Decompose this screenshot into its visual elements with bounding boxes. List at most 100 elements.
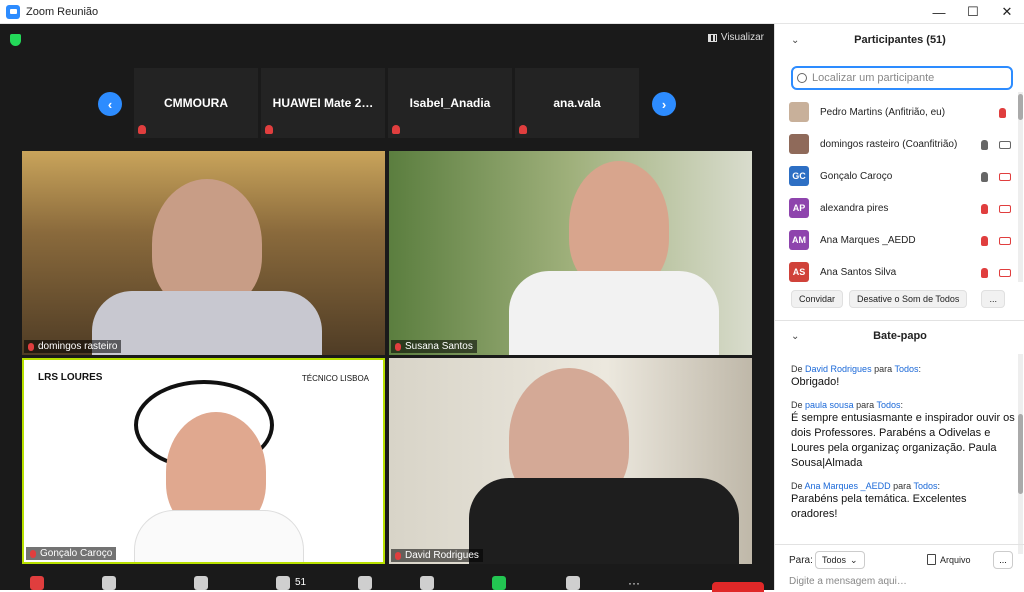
thumbnail-name: ana.vala [553,96,601,110]
chat-message: De paula sousa para Todos: É sempre entu… [791,400,1015,469]
participant-row[interactable]: AS Ana Santos Silva [789,256,1015,288]
chat-more-button[interactable]: ... [993,551,1013,569]
participant-row[interactable]: Pedro Martins (Anfitrião, eu) [789,96,1015,128]
thumbnail-tile[interactable]: ana.vala [515,68,639,138]
recipient-select[interactable]: Todos ⌄ [815,551,865,569]
muted-mic-icon[interactable] [981,204,988,214]
minimize-button[interactable]: — [922,0,956,24]
chat-message: De Ana Marques _AEDD para Todos: Parabén… [791,481,1015,522]
participant-search-input[interactable]: Localizar um participante [791,66,1013,90]
security-icon[interactable] [194,576,208,590]
muted-mic-icon [138,125,146,134]
participants-list: Pedro Martins (Anfitrião, eu) domingos r… [789,96,1015,288]
participant-video [152,179,262,309]
side-panel: ⌄ Participantes (51) Localizar um partic… [774,24,1024,590]
polls-icon[interactable] [358,576,372,590]
video-tile[interactable]: Susana Santos [389,151,752,355]
camera-off-icon[interactable] [999,205,1011,213]
close-button[interactable]: ✕ [990,0,1024,24]
participant-row[interactable]: GC Gonçalo Caroço [789,160,1015,192]
muted-mic-icon [519,125,527,134]
chat-icon[interactable] [420,576,434,590]
search-icon [797,73,807,83]
encryption-shield-icon[interactable] [10,34,21,46]
zoom-logo-icon [6,4,20,19]
message-recipient: Todos [894,364,919,374]
video-tile[interactable]: domingos rasteiro [22,151,385,355]
participants-scrollbar[interactable] [1018,92,1023,282]
muted-mic-icon[interactable] [981,236,988,246]
chat-message: De David Rodrigues para Todos: Obrigado! [791,364,1015,390]
meeting-toolbar: 51 ··· [0,570,774,592]
participant-row[interactable]: domingos rasteiro (Coanfitrião) [789,128,1015,160]
message-sender[interactable]: paula sousa [805,400,854,410]
chat-scrollbar[interactable] [1018,354,1023,554]
message-sender[interactable]: Ana Marques _AEDD [805,481,891,491]
message-sender[interactable]: David Rodrigues [805,364,872,374]
next-page-arrow-icon[interactable]: › [652,92,676,116]
more-options-icon[interactable]: ··· [628,576,642,590]
file-icon [927,554,936,565]
video-name-label: domingos rasteiro [24,340,122,353]
participant-name: Ana Santos Silva [820,266,897,278]
search-placeholder: Localizar um participante [812,72,935,84]
camera-icon[interactable] [999,141,1011,149]
chevron-down-icon: ⌄ [850,554,858,565]
reactions-icon[interactable] [566,576,580,590]
video-name-label: David Rodrigues [391,549,483,562]
maximize-button[interactable]: ☐ [956,0,990,24]
thumbnail-tile[interactable]: Isabel_Anadia [388,68,512,138]
video-name-label: Susana Santos [391,340,477,353]
invite-button[interactable]: Convidar [791,290,844,308]
grid-icon [707,33,717,42]
previous-page-arrow-icon[interactable]: ‹ [98,92,122,116]
muted-mic-icon [392,125,400,134]
participants-more-button[interactable]: ... [981,290,1005,308]
thumbnail-tile[interactable]: CMMOURA [134,68,258,138]
video-name-label: Gonçalo Caroço [26,547,117,560]
mic-icon[interactable] [981,140,988,150]
chat-header: Bate-papo [873,330,927,342]
thumbnail-tile[interactable]: HUAWEI Mate 2… [261,68,385,138]
view-button[interactable]: Visualizar [707,32,764,43]
video-tile-active-speaker[interactable]: LRS LOURES TÉCNICO LISBOA Gonçalo Caroço [22,358,385,564]
participant-name: domingos rasteiro (Coanfitrião) [820,138,958,150]
mute-mic-icon[interactable] [30,576,44,590]
view-label: Visualizar [720,32,764,43]
file-button[interactable]: Arquivo [927,554,971,565]
muted-mic-icon [265,125,273,134]
stop-video-icon[interactable] [102,576,116,590]
video-tile[interactable]: David Rodrigues [389,358,752,564]
muted-mic-icon[interactable] [999,108,1006,118]
chat-compose: Para: Todos ⌄ Arquivo ... Digite a mensa… [775,544,1024,590]
to-label: Para: [789,555,813,566]
slide-logo-left: LRS LOURES [38,372,103,383]
participant-name: Ana Marques _AEDD [820,234,916,246]
participants-icon[interactable] [276,576,290,590]
mic-icon[interactable] [981,172,988,182]
avatar: AP [789,198,809,218]
participants-header: Participantes (51) [854,34,946,46]
avatar: GC [789,166,809,186]
camera-off-icon[interactable] [999,269,1011,277]
muted-mic-icon[interactable] [981,268,988,278]
message-input[interactable]: Digite a mensagem aqui… [789,576,907,587]
participant-row[interactable]: AP alexandra pires [789,192,1015,224]
thumbnail-strip: CMMOURA HUAWEI Mate 2… Isabel_Anadia ana… [134,68,639,138]
share-screen-icon[interactable] [492,576,506,590]
end-meeting-button[interactable] [712,582,764,592]
thumbnail-name: CMMOURA [164,96,228,110]
participant-name: Pedro Martins (Anfitrião, eu) [820,106,946,118]
title-bar: Zoom Reunião — ☐ ✕ [0,0,1024,24]
avatar [789,102,809,122]
thumbnail-name: HUAWEI Mate 2… [272,96,374,110]
avatar [789,134,809,154]
message-recipient: Todos [913,481,938,491]
participant-row[interactable]: AM Ana Marques _AEDD [789,224,1015,256]
message-text: Parabéns pela temática. Excelentes orado… [791,493,967,520]
meeting-area: Visualizar ‹ CMMOURA HUAWEI Mate 2… Isab… [0,24,774,590]
camera-off-icon[interactable] [999,173,1011,181]
window-title: Zoom Reunião [26,5,99,18]
camera-off-icon[interactable] [999,237,1011,245]
unmute-all-button[interactable]: Desative o Som de Todos [849,290,968,308]
